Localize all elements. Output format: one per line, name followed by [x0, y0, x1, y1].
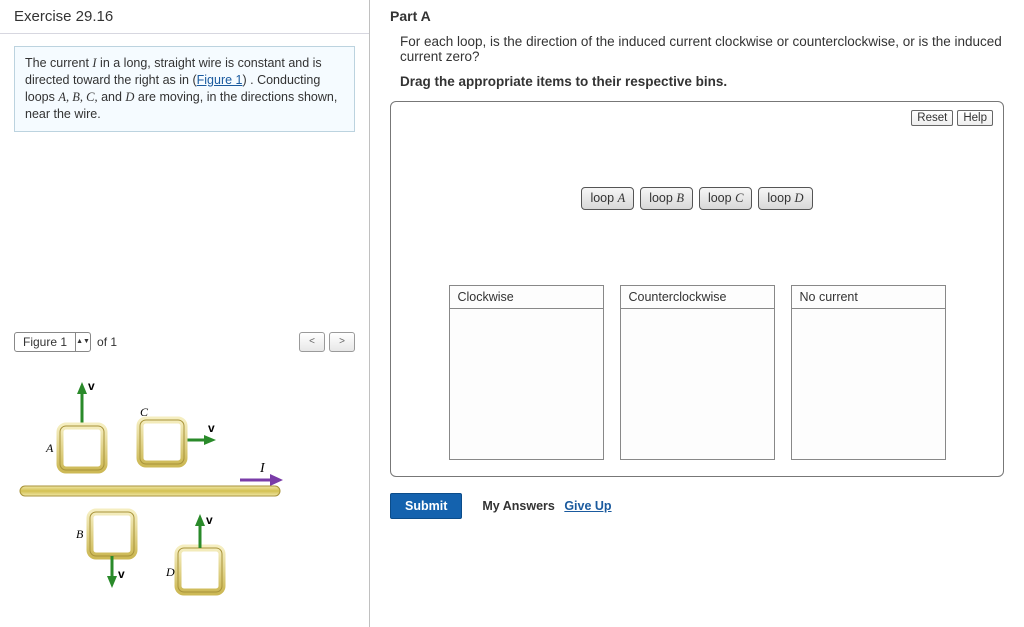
chip-letter: B — [676, 191, 684, 205]
C-label: C — [140, 405, 149, 419]
stepper-arrows-icon[interactable]: ▲▼ — [76, 333, 90, 351]
part-a-question: For each loop, is the direction of the i… — [400, 34, 1004, 64]
drag-sort-area: Reset Help loop A loop B loop C loop D C… — [390, 101, 1004, 477]
v-label-C: v — [208, 421, 215, 435]
give-up-link[interactable]: Give Up — [564, 499, 611, 513]
bin-clockwise[interactable]: Clockwise — [449, 285, 604, 460]
bin-label: Counterclockwise — [621, 286, 774, 309]
left-pane: Exercise 29.16 The current I in a long, … — [0, 0, 370, 627]
bin-label: Clockwise — [450, 286, 603, 309]
submit-button[interactable]: Submit — [390, 493, 462, 519]
figure-controls: Figure 1 ▲▼ of 1 < > — [14, 332, 355, 352]
desc-prefix: The current — [25, 56, 92, 70]
exercise-title: Exercise 29.16 — [0, 0, 369, 34]
answer-links: My Answers Give Up — [482, 499, 611, 513]
chip-letter: C — [735, 191, 743, 205]
bin-counterclockwise[interactable]: Counterclockwise — [620, 285, 775, 460]
v-label-D: v — [206, 513, 213, 527]
reset-button[interactable]: Reset — [911, 110, 953, 126]
exercise-description: The current I in a long, straight wire i… — [14, 46, 355, 132]
part-a-instruction: Drag the appropriate items to their resp… — [400, 74, 1004, 89]
right-pane: Part A For each loop, is the direction o… — [370, 0, 1024, 627]
bins-row: Clockwise Counterclockwise No current — [401, 285, 993, 466]
figure-canvas: v v I A C B v — [0, 360, 369, 620]
chip-loop-d[interactable]: loop D — [758, 187, 812, 210]
chip-prefix: loop — [590, 191, 617, 205]
help-button[interactable]: Help — [957, 110, 993, 126]
B-label: B — [76, 527, 84, 541]
figure-link[interactable]: Figure 1 — [197, 73, 243, 87]
chip-loop-c[interactable]: loop C — [699, 187, 752, 210]
drag-items-row: loop A loop B loop C loop D — [401, 187, 993, 210]
chip-prefix: loop — [767, 191, 794, 205]
bin-body[interactable] — [621, 309, 774, 459]
figure-selector-label: Figure 1 — [15, 333, 76, 351]
chip-loop-b[interactable]: loop B — [640, 187, 693, 210]
figure-next-button[interactable]: > — [329, 332, 355, 352]
A-label: A — [45, 441, 54, 455]
v-label-B: v — [118, 567, 125, 581]
D-label: D — [165, 565, 175, 579]
part-a-header: Part A — [390, 0, 1004, 30]
action-row: Submit My Answers Give Up — [390, 491, 1004, 521]
figure-of-text: of 1 — [97, 335, 117, 349]
bin-label: No current — [792, 286, 945, 309]
bin-body[interactable] — [792, 309, 945, 459]
desc-and: and — [98, 90, 126, 104]
figure-selector[interactable]: Figure 1 ▲▼ — [14, 332, 91, 352]
v-label-A: v — [88, 379, 95, 393]
chip-letter: D — [795, 191, 804, 205]
I-label: I — [259, 461, 266, 476]
figure-prev-button[interactable]: < — [299, 332, 325, 352]
chip-prefix: loop — [708, 191, 735, 205]
chip-loop-a[interactable]: loop A — [581, 187, 634, 210]
bin-body[interactable] — [450, 309, 603, 459]
chip-prefix: loop — [649, 191, 676, 205]
desc-loops: A, B, C, — [58, 90, 97, 104]
bin-no-current[interactable]: No current — [791, 285, 946, 460]
my-answers-label: My Answers — [482, 499, 554, 513]
chip-letter: A — [618, 191, 626, 205]
